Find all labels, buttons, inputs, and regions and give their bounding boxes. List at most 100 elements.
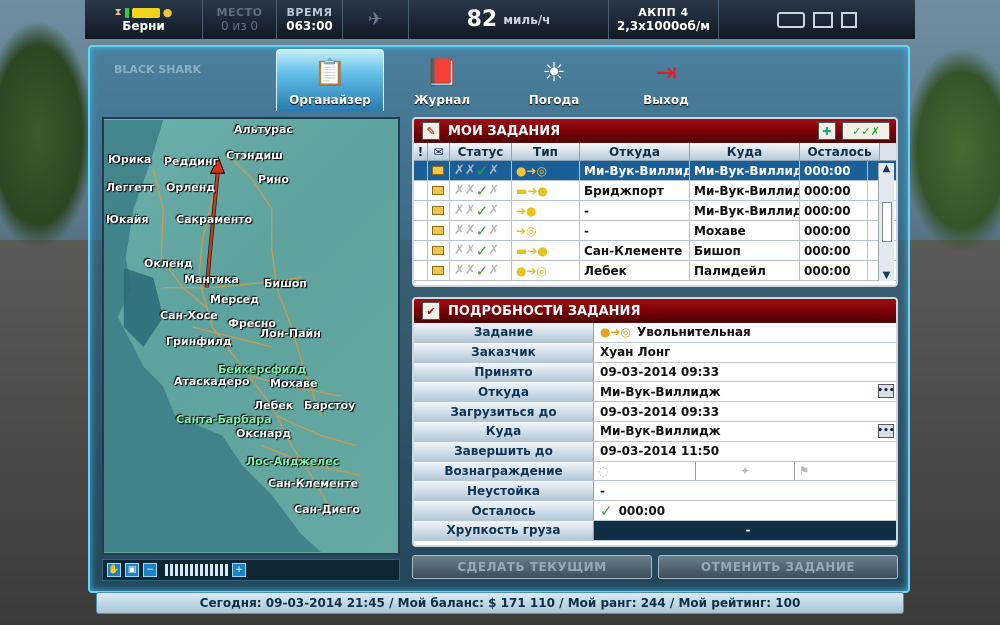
tasks-scrollbar[interactable]: ▲ ▼ [878,163,894,281]
cargo-icon[interactable] [841,11,857,28]
task-row[interactable]: ✗✗ ✓ ✗ ●➜◎ Лебек Палмдейл 000:00 [414,261,896,281]
zoom-slider[interactable] [165,564,228,576]
task-to: Палмдейл [690,261,800,280]
detail-value: 09-03-2014 09:33 [600,364,720,379]
detail-row-from: Откуда Ми-Вук-Виллидж ••• [414,382,896,403]
more-icon[interactable]: ••• [877,423,895,438]
col-priority[interactable]: ! [414,143,428,160]
details-clipboard-icon: ✔ [422,302,440,320]
cancel-task-button[interactable]: ОТМЕНИТЬ ЗАДАНИЕ [658,555,898,579]
check-icon: ✓ [475,201,489,220]
check-icon: ✓ [475,161,489,180]
zoom-in-icon[interactable]: + [232,563,246,577]
detail-row-time-left: Осталось ✓ 000:00 [414,501,896,521]
hud-place-label: МЕСТО [216,6,263,19]
zoom-out-icon[interactable]: − [143,563,157,577]
scroll-up-icon[interactable]: ▲ [883,163,891,174]
task-details-title: ПОДРОБНОСТИ ЗАДАНИЯ [448,303,641,319]
check-icon: ✓ [475,181,489,200]
task-from: - [580,201,690,220]
detail-row-load-by: Загрузиться до 09-03-2014 09:33 [414,402,896,422]
hud-speed-value: 82 [466,7,498,32]
check-icon: ✓ [475,221,489,240]
fuel-icon [124,7,129,18]
tab-organizer[interactable]: 📋 Органайзер [276,49,384,111]
sun-icon: ☀ [542,58,566,88]
task-type-icon: ●➜◎ [600,325,631,340]
detail-row-fragility: Хрупкость груза - [414,520,896,541]
detail-value-text: Ми-Вук-Виллидж [600,424,721,439]
task-left: 000:00 [800,261,868,280]
hud-gear: АКПП 4 2,3x1000об/м [609,0,719,39]
col-from[interactable]: Откуда [580,143,690,160]
fit-view-icon[interactable]: ▣ [125,563,139,577]
tab-weather-label: Погода [528,93,580,107]
task-row[interactable]: ✗✗ ✓ ✗ ▬➜● Сан-Клементе Бишоп 000:00 [414,241,896,261]
california-map[interactable]: Альтурас Юрика Реддинг Стэндиш Леггетт О… [102,117,400,555]
detail-row-accepted: Принято 09-03-2014 09:33 [414,362,896,383]
detail-label: Заказчик [414,342,594,362]
compass-icon: ✈ [367,9,384,30]
col-status[interactable]: Статус [450,143,512,160]
hand-icon[interactable]: ✋ [107,563,121,577]
detail-label: Откуда [414,382,594,402]
detail-row-reward: Вознаграждение ◌ ✦ ⚑ [414,461,896,482]
task-from: Лебек [580,261,690,280]
detail-label: Принято [414,362,594,382]
task-filter-icon[interactable]: ✚ [818,122,836,140]
type-icon: ➜◎ [512,221,580,240]
hud-speed-unit: миль/ч [503,12,551,27]
task-row[interactable]: ✗✗✓✗ ●➜◎ Ми-Вук-Виллидж Ми-Вук-Виллидж 0… [414,161,896,181]
detail-row-customer: Заказчик Хуан Лонг [414,342,896,363]
map-city: Сан-Хосе [160,309,218,322]
tab-exit-label: Выход [643,93,689,107]
task-row[interactable]: ✗✗ ✓ ✗ ➜◎ - Мохаве 000:00 [414,221,896,241]
truck-status-icon[interactable] [777,11,805,28]
task-left: 000:00 [800,201,868,220]
map-city: Окленд [144,257,193,270]
hud-time-label: ВРЕМЯ [286,6,333,19]
detail-value: ◌ ✦ ⚑ [594,461,896,481]
tab-journal[interactable]: 📕 Журнал [388,49,496,111]
hud-compass: ✈ [343,0,409,39]
col-mail[interactable]: ✉ [428,143,450,160]
task-to: Ми-Вук-Виллидж [690,201,800,220]
task-left: 000:00 [800,181,868,200]
map-city: Юрика [108,153,152,166]
tab-weather[interactable]: ☀ Погода [500,49,608,111]
envelope-icon [432,206,444,215]
envelope-icon [432,226,444,235]
task-from: - [580,221,690,240]
task-to: Бишоп [690,241,800,260]
top-hud: ⧗ ● Берни МЕСТО 0 из 0 ВРЕМЯ 063:00 ✈ 82… [84,0,916,40]
type-icon: ▬➜● [512,241,580,260]
map-city: Сакраменто [176,213,253,226]
scroll-down-icon[interactable]: ▼ [883,270,891,281]
task-to: Ми-Вук-Виллидж [690,161,800,180]
check-icon: ✓ [600,501,613,520]
task-status-filter-icon[interactable]: ✓✓✗ [842,122,890,140]
tasks-column-headers: ! ✉ Статус Тип Откуда Куда Осталось [414,143,896,161]
detail-label: Неустойка [414,481,594,501]
detail-label: Вознаграждение [414,461,594,481]
detail-row-task: Задание ●➜◎ Увольнительная [414,323,896,343]
trailer-icon[interactable] [813,11,833,28]
my-tasks-frame: ✎ МОИ ЗАДАНИЯ ✚ ✓✓✗ ! ✉ Статус Тип Откуд… [412,117,898,287]
more-icon[interactable]: ••• [877,384,895,399]
make-current-button[interactable]: СДЕЛАТЬ ТЕКУЩИМ [412,555,652,579]
col-type[interactable]: Тип [512,143,580,160]
truck-icon [131,7,160,18]
map-city-highlighted: Лос-Анджелес [246,455,340,468]
hud-place: МЕСТО 0 из 0 [203,0,277,39]
task-row[interactable]: ✗✗✓✗ ▬➜● Бриджпорт Ми-Вук-Виллидж 000:00 [414,181,896,201]
tab-exit[interactable]: ⇥ Выход [612,49,720,111]
detail-value: ✓ 000:00 [594,501,896,520]
col-left[interactable]: Осталось [800,143,880,160]
scroll-thumb[interactable] [881,202,892,242]
hud-location: ⧗ ● Берни [85,0,203,39]
map-city-highlighted: Санта-Барбара [176,413,272,426]
task-row[interactable]: ✗✗✓✗ ➜● - Ми-Вук-Виллидж 000:00 [414,201,896,221]
col-to[interactable]: Куда [690,143,800,160]
background-trees-right [905,50,1000,250]
map-city: Бишоп [264,277,307,290]
